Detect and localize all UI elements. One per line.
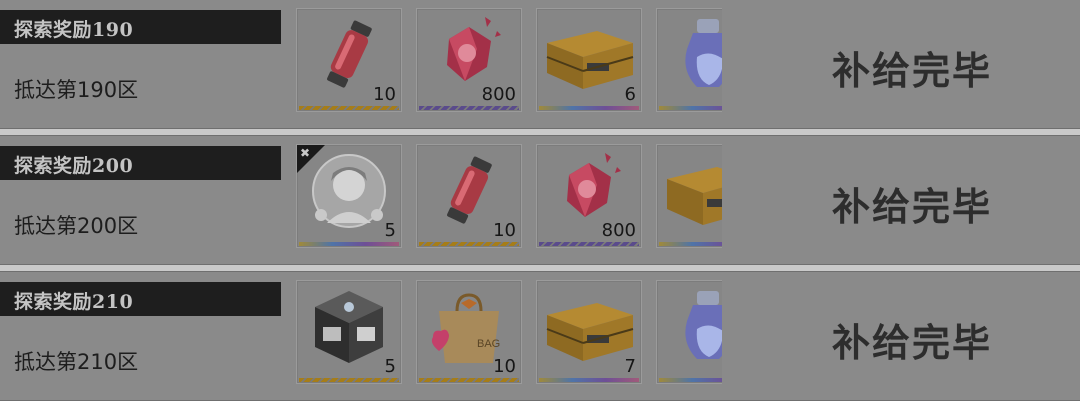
reward-row-190: 探索奖励190 抵达第190区 10 800 6 补给完毕	[0, 0, 1080, 128]
potion-flask-icon	[685, 19, 722, 87]
status-label: 补给完毕	[832, 48, 993, 93]
item-quantity: 6	[624, 84, 636, 105]
row-divider	[0, 265, 1080, 271]
reward-item[interactable]	[656, 8, 722, 112]
reward-row-210: 探索奖励210 抵达第210区 5 BAG 10 7 补给完毕	[0, 272, 1080, 400]
supply-crate-icon	[667, 167, 722, 225]
rarity-bar-rainbow	[659, 106, 722, 110]
item-quantity: 5	[384, 356, 396, 377]
reward-item[interactable]: 10	[296, 8, 402, 112]
item-quantity: 5	[384, 220, 396, 241]
reward-condition: 抵达第190区	[14, 78, 139, 102]
row-divider	[0, 129, 1080, 135]
reward-item[interactable]: 6	[536, 8, 642, 112]
reward-title: 探索奖励200	[14, 155, 134, 177]
reward-items: 5 BAG 10 7	[296, 280, 722, 384]
crossed-tools-icon: ✖	[300, 146, 311, 160]
rarity-bar-rainbow	[299, 242, 399, 246]
rarity-bar-gold	[299, 106, 399, 110]
reward-item[interactable]: ✖ 5	[296, 144, 402, 248]
rarity-bar-rainbow	[539, 106, 639, 110]
rarity-bar-purple	[539, 242, 639, 246]
rarity-bar-gold	[419, 242, 519, 246]
reward-item[interactable]: 5	[296, 280, 402, 384]
item-quantity: 800	[481, 84, 516, 105]
rarity-bar-rainbow	[659, 242, 722, 246]
reward-item[interactable]	[656, 144, 722, 248]
reward-item[interactable]: 800	[416, 8, 522, 112]
potion-flask-icon	[685, 291, 722, 359]
status-label: 补给完毕	[832, 184, 993, 229]
rarity-bar-gold	[419, 378, 519, 382]
reward-item[interactable]: 7	[536, 280, 642, 384]
item-quantity: 10	[373, 84, 396, 105]
reward-title: 探索奖励190	[14, 19, 134, 41]
svg-text:BAG: BAG	[477, 338, 500, 350]
reward-item[interactable]: 10	[416, 144, 522, 248]
item-quantity: 7	[624, 356, 636, 377]
reward-item[interactable]: 800	[536, 144, 642, 248]
rarity-bar-gold	[299, 378, 399, 382]
rarity-bar-rainbow	[539, 378, 639, 382]
reward-items: ✖ 5 10 800	[296, 144, 722, 248]
reward-items: 10 800 6	[296, 8, 722, 112]
item-quantity: 10	[493, 356, 516, 377]
reward-title-bar: 探索奖励210	[0, 282, 281, 316]
reward-title: 探索奖励210	[14, 291, 134, 313]
reward-item[interactable]: BAG 10	[416, 280, 522, 384]
reward-title-bar: 探索奖励190	[0, 10, 281, 44]
reward-item[interactable]	[656, 280, 722, 384]
reward-title-bar: 探索奖励200	[0, 146, 281, 180]
reward-condition: 抵达第200区	[14, 214, 139, 238]
rarity-bar-rainbow	[659, 378, 722, 382]
item-quantity: 800	[601, 220, 636, 241]
rarity-bar-purple	[419, 106, 519, 110]
status-label: 补给完毕	[832, 320, 993, 365]
item-quantity: 10	[493, 220, 516, 241]
reward-row-200: 探索奖励200 抵达第200区 ✖ 5 10 800 补给完毕	[0, 136, 1080, 264]
reward-condition: 抵达第210区	[14, 350, 139, 374]
